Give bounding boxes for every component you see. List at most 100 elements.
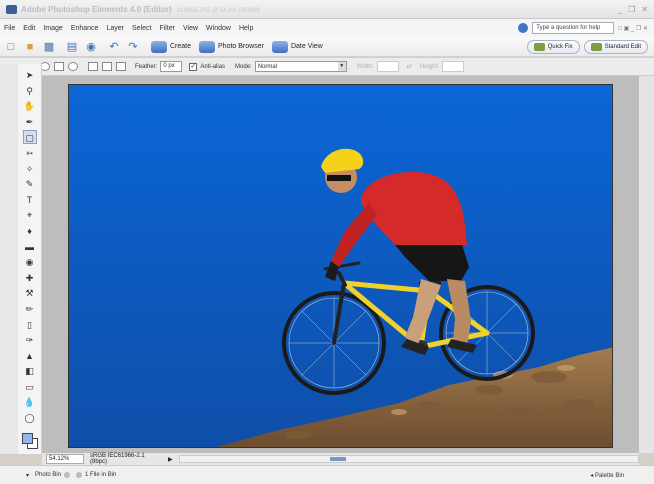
previous-icon[interactable] bbox=[64, 472, 71, 478]
file-title: 013456.JPG @ 54.1% (RGB/8) bbox=[176, 7, 261, 14]
menu-view[interactable]: View bbox=[183, 25, 198, 32]
selection-brush-tool-icon[interactable]: ✎ bbox=[23, 177, 37, 191]
add-to-selection-icon[interactable] bbox=[102, 62, 112, 71]
crop-tool-icon[interactable]: ⌖ bbox=[23, 208, 37, 222]
photo-bin-label[interactable]: Photo Bin bbox=[35, 472, 61, 478]
status-bar: 54.12% sRGB IEC61966-2.1 (8bpc) ▶ bbox=[42, 453, 639, 465]
online-services-icon[interactable]: ◉ bbox=[84, 40, 98, 54]
menu-layer[interactable]: Layer bbox=[106, 25, 124, 32]
left-gutter bbox=[0, 64, 18, 454]
healing-brush-tool-icon[interactable]: ✚ bbox=[23, 271, 37, 285]
zoom-level-field[interactable]: 54.12% bbox=[46, 454, 84, 464]
menu-image[interactable]: Image bbox=[43, 25, 62, 32]
gradient-tool-icon[interactable]: ◧ bbox=[23, 364, 37, 378]
subtract-selection-icon[interactable] bbox=[116, 62, 126, 71]
feather-label: Feather: bbox=[135, 63, 158, 70]
menu-file[interactable]: File bbox=[4, 25, 15, 32]
right-panel-strip bbox=[639, 76, 654, 453]
options-bar: Feather: 0 px ✓ Anti-alias Mode: Normal … bbox=[0, 58, 654, 76]
foreground-color-swatch[interactable] bbox=[21, 432, 33, 444]
brush-tool-icon[interactable]: ✑ bbox=[23, 333, 37, 347]
photo-browser-label: Photo Browser bbox=[218, 43, 264, 50]
clone-stamp-tool-icon[interactable]: ⚒ bbox=[23, 286, 37, 300]
lasso-tool-icon[interactable]: ➳ bbox=[23, 146, 37, 160]
shape-tool-icon[interactable]: ▭ bbox=[23, 380, 37, 394]
height-input[interactable] bbox=[441, 61, 464, 72]
cyclist-photo bbox=[69, 85, 612, 447]
toolbox: ➤ ⚲ ✋ ✒ ▢ ➳ ✧ ✎ T ⌖ ♦ ▬ ◉ ✚ ⚒ ✏ ▯ ✑ ▲ ◧ … bbox=[18, 64, 42, 454]
eyedropper-tool-icon[interactable]: ✒ bbox=[23, 115, 37, 129]
photo-browser-icon bbox=[199, 40, 216, 53]
minimize-button[interactable]: _ bbox=[618, 5, 622, 14]
horizontal-scrollbar[interactable] bbox=[178, 455, 639, 463]
menu-edit[interactable]: Edit bbox=[23, 25, 35, 32]
palette-bin-toggle[interactable]: ◂ Palette Bin bbox=[590, 472, 624, 479]
help-search-input[interactable]: Type a question for help bbox=[532, 22, 615, 34]
marquee-tool-icon[interactable]: ▢ bbox=[22, 130, 37, 145]
red-eye-tool-icon[interactable]: ◉ bbox=[23, 255, 37, 269]
selection-mode-icon[interactable] bbox=[68, 62, 78, 71]
blur-tool-icon[interactable]: 💧 bbox=[23, 395, 37, 409]
mode-select[interactable]: Normal ▼ bbox=[254, 61, 347, 72]
magic-wand-tool-icon[interactable]: ✧ bbox=[23, 162, 37, 176]
open-folder-icon[interactable]: ■ bbox=[23, 40, 37, 54]
quick-fix-label: Quick Fix bbox=[547, 43, 573, 50]
help-icon[interactable] bbox=[518, 23, 529, 33]
create-button[interactable]: Create bbox=[151, 40, 192, 53]
height-label: Height: bbox=[419, 63, 439, 70]
mode-value: Normal bbox=[257, 63, 278, 70]
color-swatches[interactable] bbox=[21, 432, 38, 449]
redo-icon[interactable]: ↷ bbox=[126, 40, 140, 54]
paint-bucket-tool-icon[interactable]: ▲ bbox=[23, 349, 37, 363]
scroll-thumb[interactable] bbox=[329, 457, 346, 461]
mode-label: Mode: bbox=[235, 63, 252, 70]
zoom-tool-icon[interactable]: ⚲ bbox=[23, 84, 37, 98]
bin-file-count: 1 File in Bin bbox=[85, 472, 117, 478]
photo-canvas[interactable] bbox=[68, 84, 613, 448]
width-input[interactable] bbox=[376, 61, 399, 72]
photo-browser-button[interactable]: Photo Browser bbox=[199, 40, 264, 53]
next-icon[interactable] bbox=[76, 472, 83, 478]
menu-select[interactable]: Select bbox=[132, 25, 151, 32]
date-view-button[interactable]: Date View bbox=[271, 40, 323, 53]
save-icon[interactable]: ▩ bbox=[42, 40, 56, 54]
standard-edit-icon bbox=[590, 42, 602, 51]
antialias-checkbox[interactable]: ✓ bbox=[189, 62, 198, 71]
palette-bin-label: Palette Bin bbox=[594, 472, 624, 479]
feather-input[interactable]: 0 px bbox=[160, 61, 183, 72]
antialias-label: Anti-alias bbox=[200, 63, 226, 70]
eraser-tool-icon[interactable]: ▯ bbox=[23, 318, 37, 332]
photo-bin-bar: ▾ Photo Bin 1 File in Bin ◂ Palette Bin bbox=[0, 465, 654, 484]
type-tool-icon[interactable]: T bbox=[23, 193, 37, 207]
rectangular-marquee-icon[interactable] bbox=[54, 62, 64, 71]
sponge-tool-icon[interactable]: ◯ bbox=[23, 411, 37, 425]
menu-window[interactable]: Window bbox=[206, 25, 231, 32]
close-button[interactable]: ✕ bbox=[641, 5, 648, 14]
new-file-icon[interactable]: □ bbox=[4, 40, 18, 54]
document-window-controls[interactable]: □ ▣ _ ❐ ✕ bbox=[618, 25, 648, 32]
menu-filter[interactable]: Filter bbox=[159, 25, 175, 32]
window-controls: _ ❐ ✕ bbox=[618, 5, 648, 14]
standard-edit-button[interactable]: Standard Edit bbox=[583, 39, 648, 54]
info-menu-arrow-icon[interactable]: ▶ bbox=[168, 456, 173, 463]
new-selection-icon[interactable] bbox=[88, 62, 98, 71]
app-title: Adobe Photoshop Elements 4.0 (Editor) bbox=[21, 4, 172, 14]
print-icon[interactable]: ▤ bbox=[65, 40, 79, 54]
quick-fix-button[interactable]: Quick Fix bbox=[526, 39, 580, 54]
title-bar: Adobe Photoshop Elements 4.0 (Editor) 01… bbox=[0, 0, 654, 19]
menu-enhance[interactable]: Enhance bbox=[71, 25, 99, 32]
pencil-tool-icon[interactable]: ✏ bbox=[23, 302, 37, 316]
document-info: sRGB IEC61966-2.1 (8bpc) bbox=[90, 453, 145, 465]
create-label: Create bbox=[170, 43, 192, 50]
menu-help[interactable]: Help bbox=[239, 25, 253, 32]
straighten-tool-icon[interactable]: ▬ bbox=[23, 240, 37, 254]
maximize-button[interactable]: ❐ bbox=[628, 5, 635, 14]
move-tool-icon[interactable]: ➤ bbox=[23, 68, 37, 82]
edit-mode-switch: Quick Fix Standard Edit bbox=[526, 39, 654, 54]
swap-icon[interactable]: ⇄ bbox=[407, 63, 412, 70]
photo-bin-toggle-icon[interactable]: ▾ bbox=[26, 472, 29, 479]
shortcuts-bar: □ ■ ▩ ▤ ◉ ↶ ↷ Create Photo Browser Date … bbox=[0, 37, 654, 57]
undo-icon[interactable]: ↶ bbox=[107, 40, 121, 54]
hand-tool-icon[interactable]: ✋ bbox=[23, 99, 37, 113]
cookie-cutter-tool-icon[interactable]: ♦ bbox=[23, 224, 37, 238]
